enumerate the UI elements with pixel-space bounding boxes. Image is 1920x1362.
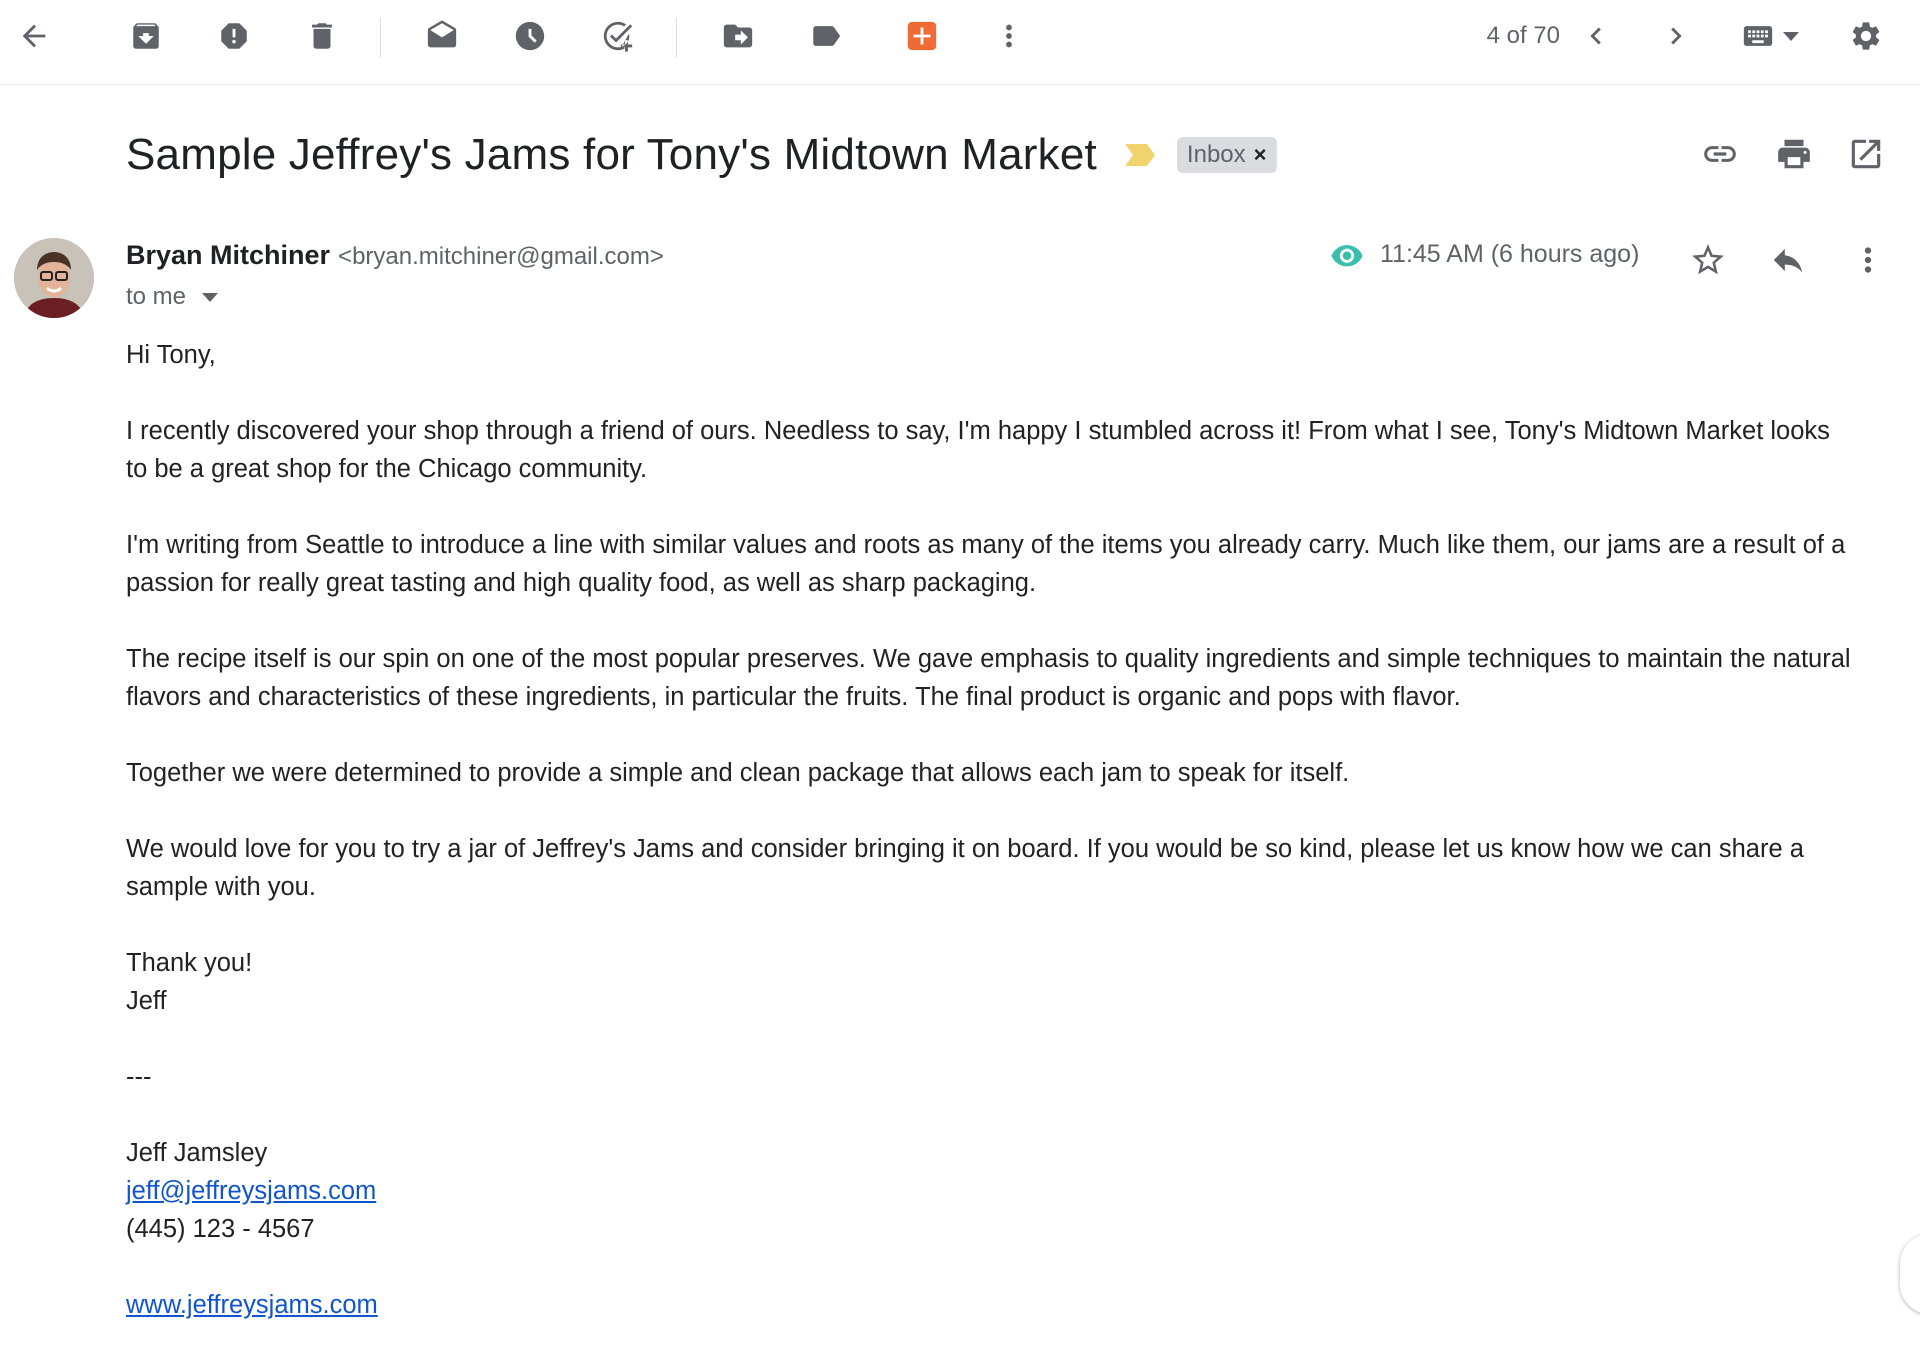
paragraph-4: Together we were determined to provide a…	[126, 759, 1350, 787]
message-meta: 11:45 AM (6 hours ago)	[1330, 240, 1639, 269]
keyboard-icon	[1743, 26, 1773, 46]
open-in-new-window-button[interactable]	[1840, 128, 1892, 180]
paragraph-2-line-1: I'm writing from Seattle to introduce a …	[126, 531, 1846, 559]
paragraph-3: The recipe itself is our spin on one of …	[126, 640, 1896, 716]
archive-icon	[133, 23, 159, 49]
snooze-icon	[515, 21, 545, 51]
sender-photo	[14, 238, 94, 318]
signature-website-link[interactable]: www.jeffreysjams.com	[126, 1291, 378, 1319]
paragraph-1-line-1: I recently discovered your shop through …	[126, 417, 1830, 445]
reply-button[interactable]	[1762, 234, 1814, 286]
chevron-down-icon	[1783, 31, 1799, 41]
email-body: Hi Tony, I recently discovered your shop…	[126, 336, 1896, 1362]
tracking-eye-icon	[1331, 244, 1363, 266]
toolbar-divider	[676, 18, 677, 58]
paragraph-5-line-1: We would love for you to try a jar of Je…	[126, 835, 1804, 863]
timestamp: 11:45 AM (6 hours ago)	[1380, 240, 1640, 268]
reply-icon	[1773, 248, 1803, 273]
mark-unread-button[interactable]	[418, 12, 466, 60]
paragraph-5: We would love for you to try a jar of Je…	[126, 830, 1896, 906]
paragraph-2-line-2: passion for really great tasting and hig…	[126, 569, 1037, 597]
mark-unread-icon	[427, 20, 457, 48]
toolbar-divider	[380, 18, 381, 58]
label-icon	[813, 26, 841, 46]
snooze-button[interactable]	[506, 12, 554, 60]
paragraph-2: I'm writing from Seattle to introduce a …	[126, 526, 1896, 602]
paragraph-3-line-2: flavors and characteristics of these ing…	[126, 683, 1461, 711]
addon-button[interactable]	[898, 12, 946, 60]
recipient-label: to me	[126, 283, 187, 310]
greeting: Hi Tony,	[126, 341, 216, 369]
newer-button[interactable]	[1572, 12, 1620, 60]
report-spam-button[interactable]	[210, 12, 258, 60]
paragraph-1-line-2: to be a great shop for the Chicago commu…	[126, 455, 648, 483]
paragraph-1: I recently discovered your shop through …	[126, 412, 1896, 488]
paragraph-5-line-2: sample with you.	[126, 873, 316, 901]
chevron-left-icon	[1590, 27, 1601, 45]
move-to-icon	[723, 24, 753, 48]
signature-divider: ---	[126, 1063, 152, 1091]
signature-phone: (445) 123 - 4567	[126, 1215, 315, 1243]
label-button[interactable]	[802, 12, 850, 60]
gear-icon	[1852, 22, 1880, 50]
signature-website: www.jeffreysjams.com	[126, 1286, 1896, 1324]
print-button[interactable]	[1768, 128, 1820, 180]
sender-email: <bryan.mitchiner@gmail.com>	[338, 243, 664, 270]
back-button[interactable]	[10, 12, 58, 60]
page-count: 4 of 70	[1486, 22, 1560, 49]
sender-name[interactable]: Bryan Mitchiner	[126, 240, 330, 271]
toolbar: 4 of 70	[0, 0, 1920, 85]
importance-marker-icon[interactable]	[1123, 142, 1157, 168]
signature-name: Jeff Jamsley	[126, 1139, 268, 1167]
closing: Thank you!	[126, 949, 253, 977]
print-icon	[1778, 139, 1810, 169]
delete-icon	[312, 23, 332, 49]
report-spam-icon	[221, 23, 247, 49]
star-icon	[1692, 244, 1724, 275]
older-button[interactable]	[1652, 12, 1700, 60]
add-task-icon	[603, 21, 633, 52]
settings-button[interactable]	[1842, 12, 1890, 60]
closing-block: Thank you! Jeff	[126, 944, 1896, 1020]
chevron-down-icon	[202, 292, 219, 302]
message-more-button[interactable]	[1842, 234, 1894, 286]
recipient-details-toggle[interactable]: to me	[126, 283, 219, 311]
star-button[interactable]	[1682, 234, 1734, 286]
side-panel-toggle[interactable]	[1900, 1234, 1920, 1314]
avatar[interactable]	[14, 238, 94, 318]
open-in-new-icon	[1851, 139, 1881, 169]
arrow-left-icon	[22, 24, 46, 48]
more-vert-icon	[1006, 24, 1012, 48]
sender-row: Bryan Mitchiner <bryan.mitchiner@gmail.c…	[126, 240, 664, 271]
addon-icon	[907, 21, 937, 51]
more-actions-button[interactable]	[985, 12, 1033, 60]
delete-button[interactable]	[298, 12, 346, 60]
email-subject: Sample Jeffrey's Jams for Tony's Midtown…	[126, 130, 1097, 179]
link-icon	[1704, 146, 1736, 162]
label-text: Inbox	[1186, 141, 1246, 168]
add-task-button[interactable]	[594, 12, 642, 60]
input-tools-button[interactable]	[1720, 12, 1820, 60]
inbox-label-chip: Inbox ×	[1176, 137, 1277, 173]
signature-email-link[interactable]: jeff@jeffreysjams.com	[126, 1172, 1896, 1210]
archive-button[interactable]	[122, 12, 170, 60]
more-vert-icon	[1864, 247, 1872, 273]
signoff: Jeff	[126, 987, 167, 1015]
signature: Jeff Jamsley jeff@jeffreysjams.com (445)…	[126, 1134, 1896, 1248]
remove-label-button[interactable]: ×	[1254, 142, 1267, 168]
paragraph-3-line-1: The recipe itself is our spin on one of …	[126, 645, 1851, 673]
chevron-right-icon	[1671, 27, 1682, 45]
copy-link-button[interactable]	[1694, 128, 1746, 180]
subject-row: Sample Jeffrey's Jams for Tony's Midtown…	[126, 122, 1277, 188]
move-to-button[interactable]	[714, 12, 762, 60]
